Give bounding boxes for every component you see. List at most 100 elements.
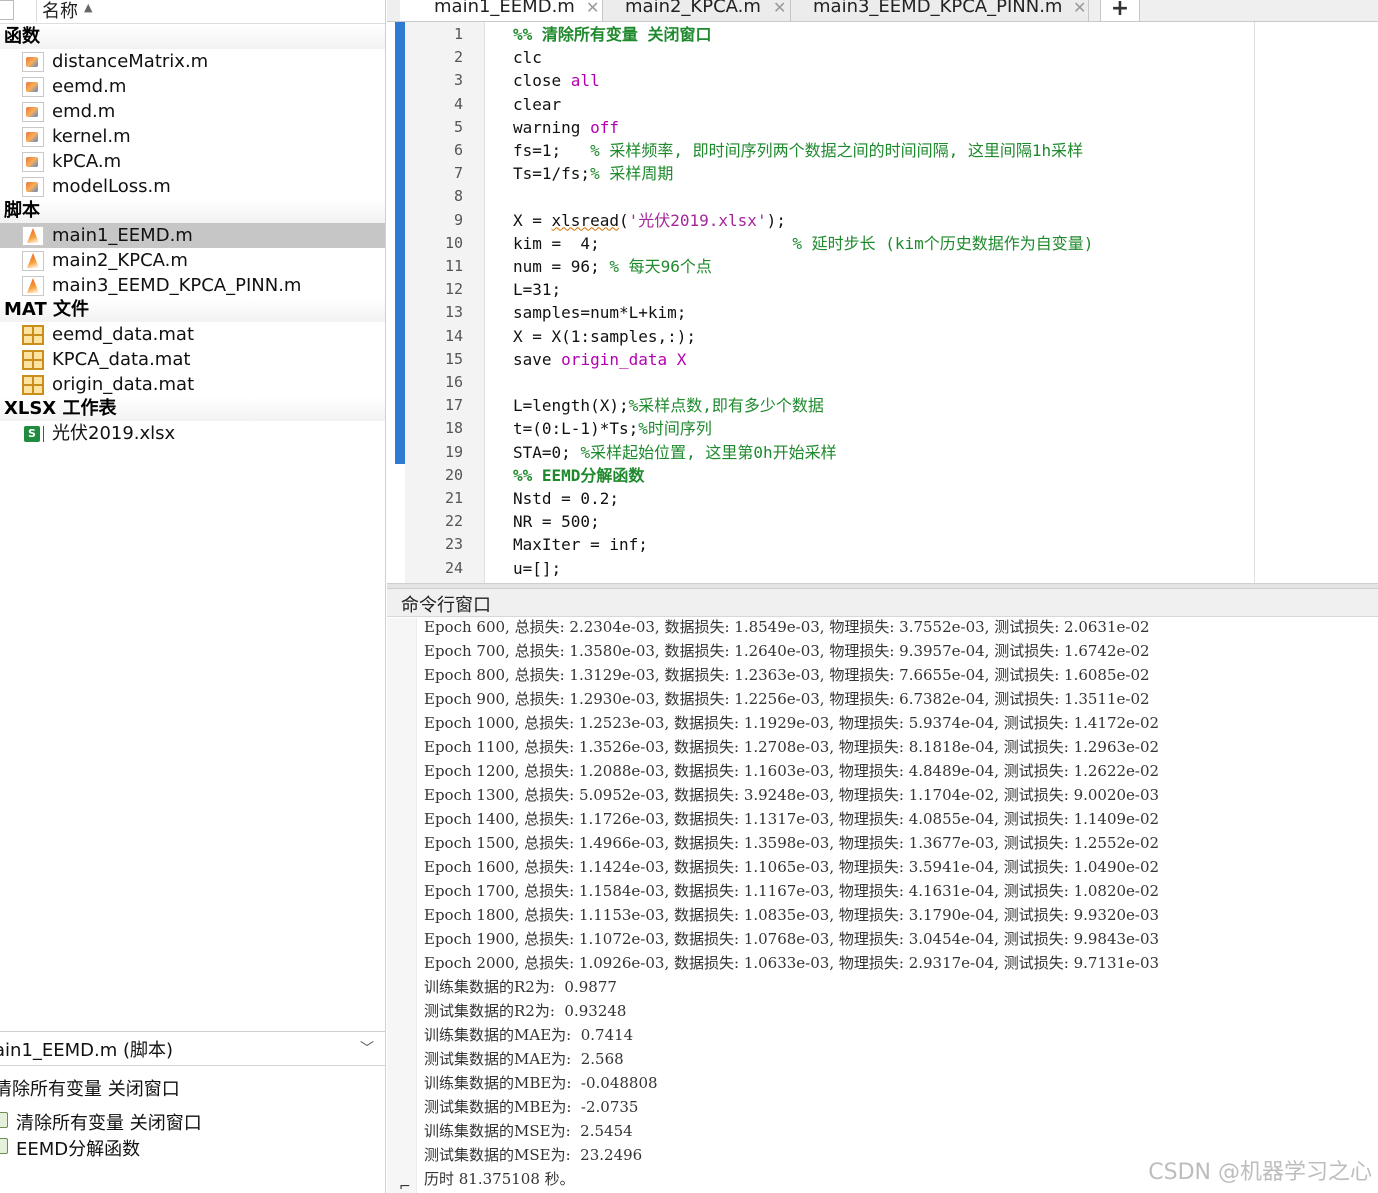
file-name: main2_KPCA.m: [52, 250, 188, 271]
code-token: % 延时步长 (kim个历史数据作为自变量): [792, 233, 1094, 253]
line-number: 20: [444, 465, 463, 484]
code-editor[interactable]: 1 2 3 4 5 6 7 8 9 10 11 12 13 14 15 16 17 18 19 20 21 22 23 24 …: [387, 22, 1378, 583]
code-line[interactable]: X = X(1:samples,:);: [513, 325, 696, 348]
code-section-icon: [0, 1112, 8, 1128]
code-line[interactable]: MaxIter = inf;: [513, 533, 648, 556]
file-name: distanceMatrix.m: [52, 51, 209, 72]
file-name: main1_EEMD.m: [52, 225, 193, 246]
file-name: KPCA_data.mat: [52, 349, 191, 370]
line-number: 10: [444, 233, 463, 252]
line-number: 3: [453, 71, 463, 90]
code-line[interactable]: Nstd = 0.2;: [513, 487, 619, 510]
code-line[interactable]: clc: [513, 46, 542, 69]
code-line[interactable]: kim = 4; % 延时步长 (kim个历史数据作为自变量): [513, 232, 1093, 255]
output-line: 训练集数据的MSE为: 2.5454: [424, 1122, 633, 1140]
script-file-icon: [22, 251, 44, 271]
line-number: 11: [444, 257, 463, 275]
file-item[interactable]: main2_KPCA.m: [0, 248, 385, 273]
code-line[interactable]: %% 清除所有变量 关闭窗口: [513, 23, 712, 46]
add-tab-button[interactable]: +: [1100, 0, 1140, 21]
line-number: 15: [444, 349, 463, 368]
function-file-icon: [22, 127, 44, 147]
code-line[interactable]: X = xlsread('光伏2019.xlsx');: [513, 209, 786, 232]
code-line[interactable]: L=length(X);%采样点数,即有多少个数据: [513, 394, 824, 417]
code-token: fs=1;: [513, 141, 591, 160]
file-item[interactable]: main1_EEMD.m: [0, 223, 385, 248]
code-token: num = 96;: [513, 257, 610, 276]
output-line: Epoch 1500, 总损失: 1.4966e-03, 数据损失: 1.359…: [424, 834, 1160, 852]
close-tab-icon[interactable]: ✕: [773, 0, 786, 17]
line-number: 9: [453, 210, 463, 229]
function-file-icon: [22, 52, 44, 72]
name-column-header[interactable]: 名称: [42, 0, 78, 23]
file-item[interactable]: kernel.m: [0, 124, 385, 149]
line-number: 21: [444, 489, 463, 507]
tab-label: main2_KPCA.m: [625, 0, 761, 17]
output-line: 测试集数据的R2为: 0.93248: [424, 1002, 627, 1020]
right-text-margin: [1254, 22, 1255, 583]
code-line[interactable]: STA=0; %采样起始位置, 这里第0h开始采样: [513, 441, 837, 464]
output-line: Epoch 1200, 总损失: 1.2088e-03, 数据损失: 1.160…: [424, 762, 1160, 780]
code-token: '光伏2019.xlsx': [628, 210, 767, 230]
line-number: 13: [444, 303, 463, 322]
code-line[interactable]: samples=num*L+kim;: [513, 301, 686, 324]
code-line[interactable]: num = 96; % 每天96个点: [513, 255, 712, 278]
tab-main2-kpca[interactable]: main2_KPCA.m ✕: [603, 0, 791, 21]
output-line: 测试集数据的MSE为: 23.2496: [424, 1146, 643, 1164]
code-line[interactable]: clear: [513, 93, 561, 116]
file-item[interactable]: S 光伏2019.xlsx: [0, 421, 385, 446]
file-item[interactable]: main3_EEMD_KPCA_PINN.m: [0, 273, 385, 298]
output-line: 训练集数据的MAE为: 0.7414: [424, 1026, 634, 1044]
code-token: L=length(X);: [513, 396, 629, 416]
file-name: kPCA.m: [52, 151, 122, 172]
code-token: all: [570, 71, 600, 91]
command-window-gutter: [387, 618, 417, 1193]
file-item[interactable]: emd.m: [0, 99, 385, 124]
code-line[interactable]: warning off: [513, 116, 619, 139]
close-tab-icon[interactable]: ✕: [586, 0, 599, 17]
code-token: xlsread: [551, 210, 619, 230]
file-item[interactable]: origin_data.mat: [0, 372, 385, 397]
line-number: 23: [444, 535, 463, 554]
code-token: u=[];: [513, 558, 562, 578]
file-name: modelLoss.m: [52, 176, 171, 197]
code-line[interactable]: save origin_data X: [513, 348, 686, 371]
close-tab-icon[interactable]: ✕: [1073, 0, 1086, 17]
file-item[interactable]: eemd.m: [0, 74, 385, 99]
command-window-title: 命令行窗口: [401, 595, 491, 616]
file-item[interactable]: kPCA.m: [0, 149, 385, 174]
code-line[interactable]: Ts=1/fs;% 采样周期: [513, 162, 673, 185]
details-panel: ain1_EEMD.m (脚本) ﹀ 清除所有变量 关闭窗口 清除所有变量 关闭…: [0, 1031, 385, 1193]
xlsx-file-icon: S: [24, 426, 40, 442]
command-window[interactable]: 命令行窗口 Epoch 600, 总损失: 2.2304e-03, 数据损失: …: [387, 589, 1378, 1193]
file-name: eemd_data.mat: [52, 324, 194, 345]
file-item[interactable]: eemd_data.mat: [0, 322, 385, 347]
output-line: 测试集数据的MAE为: 2.568: [424, 1050, 624, 1068]
code-line[interactable]: %% EEMD分解函数: [513, 464, 644, 487]
file-item[interactable]: KPCA_data.mat: [0, 347, 385, 372]
tab-main1-eemd[interactable]: main1_EEMD.m ✕: [400, 0, 603, 21]
code-token: % 采样周期: [590, 164, 674, 184]
select-all-checkbox[interactable]: [0, 0, 14, 20]
file-list-header[interactable]: 名称 ▲: [0, 0, 385, 24]
code-token: %采样点数,即有多少个数据: [628, 396, 824, 416]
code-token: origin_data X: [561, 349, 687, 369]
code-line[interactable]: close all: [513, 69, 600, 92]
file-name: eemd.m: [52, 76, 127, 97]
chevron-down-icon[interactable]: ﹀: [360, 1038, 374, 1058]
code-line[interactable]: u=[];: [513, 557, 561, 580]
line-number: 12: [444, 280, 463, 299]
tab-main3-eemd-kpca-pinn[interactable]: main3_EEMD_KPCA_PINN.m ✕: [791, 0, 1089, 21]
code-token: X = X(1:samples,:);: [513, 326, 697, 346]
modified-lines-marker: [395, 22, 405, 464]
file-item[interactable]: distanceMatrix.m: [0, 49, 385, 74]
code-line[interactable]: fs=1; % 采样频率, 即时间序列两个数据之间的时间间隔, 这里间隔1h采样: [513, 139, 1083, 162]
code-line[interactable]: L=31;: [513, 278, 561, 301]
file-item[interactable]: modelLoss.m: [0, 174, 385, 199]
file-name: 光伏2019.xlsx: [52, 423, 176, 444]
code-line[interactable]: NR = 500;: [513, 510, 600, 533]
line-number-gutter: 1 2 3 4 5 6 7 8 9 10 11 12 13 14 15 16 17 18 19 20 21 22 23 24: [405, 22, 485, 583]
code-token: %% 清除所有变量 关闭窗口: [513, 25, 712, 44]
line-number: 1: [453, 25, 463, 43]
code-line[interactable]: t=(0:L-1)*Ts;%时间序列: [513, 417, 712, 440]
